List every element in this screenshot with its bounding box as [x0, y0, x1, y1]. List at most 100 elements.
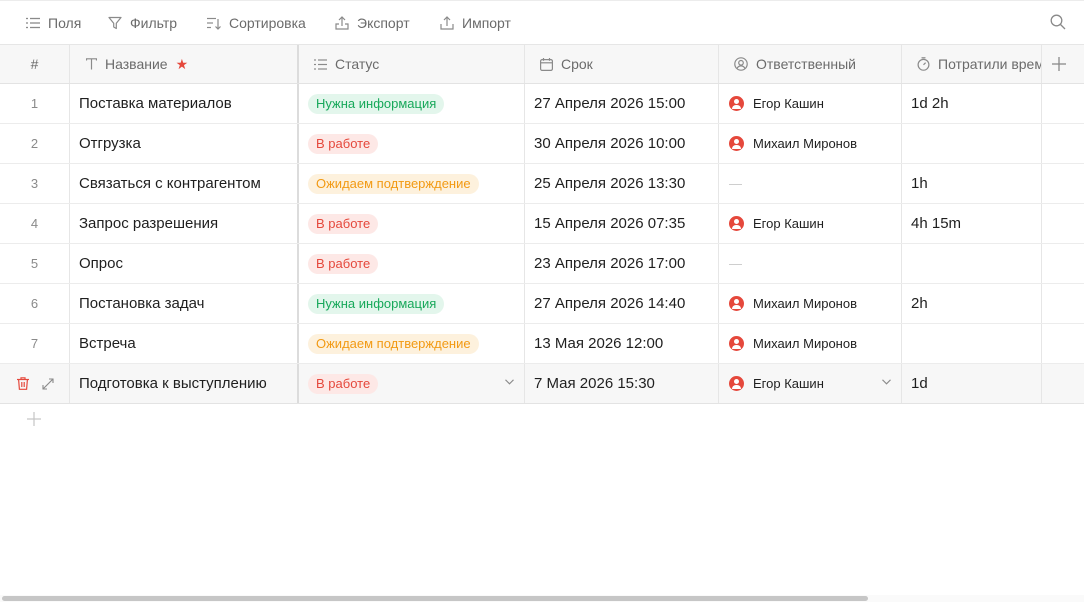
- task-name-cell[interactable]: Подготовка к выступлению: [70, 364, 299, 403]
- owner-cell[interactable]: Михаил Миронов: [719, 324, 902, 363]
- status-cell[interactable]: В работе: [299, 244, 525, 283]
- filler-cell: [1042, 364, 1084, 403]
- column-header-status[interactable]: Статус: [299, 45, 525, 83]
- column-header-name[interactable]: Название ★: [70, 45, 299, 83]
- due-date-cell[interactable]: 25 Апреля 2026 13:30: [525, 164, 719, 203]
- table-row[interactable]: 3 Связаться с контрагентом Ожидаем подтв…: [0, 164, 1084, 204]
- list-icon: [26, 17, 40, 29]
- row-number: 5: [0, 244, 70, 283]
- due-date-cell[interactable]: 27 Апреля 2026 14:40: [525, 284, 719, 323]
- column-header-owner[interactable]: Ответственный: [719, 45, 902, 83]
- filler-cell: [1042, 164, 1084, 203]
- expand-row-button[interactable]: [42, 377, 54, 390]
- sort-icon: [207, 17, 221, 30]
- search-button[interactable]: [1050, 14, 1066, 35]
- scrollbar-thumb[interactable]: [2, 596, 868, 601]
- add-row-button[interactable]: [27, 412, 41, 431]
- status-cell[interactable]: Нужна информация: [299, 84, 525, 123]
- owner-cell[interactable]: Михаил Миронов: [719, 124, 902, 163]
- status-cell[interactable]: Ожидаем подтверждение: [299, 164, 525, 203]
- calendar-icon: [540, 57, 553, 71]
- plus-icon: [27, 412, 41, 426]
- empty-placeholder: —: [729, 176, 742, 191]
- time-spent-cell[interactable]: [902, 124, 1042, 163]
- horizontal-scrollbar[interactable]: [0, 595, 1084, 602]
- status-cell[interactable]: В работе: [299, 204, 525, 243]
- due-date-cell[interactable]: 30 Апреля 2026 10:00: [525, 124, 719, 163]
- time-spent-cell[interactable]: 4h 15m: [902, 204, 1042, 243]
- due-date-cell[interactable]: 23 Апреля 2026 17:00: [525, 244, 719, 283]
- owner-cell[interactable]: —: [719, 164, 902, 203]
- avatar: [729, 296, 744, 311]
- owner-cell[interactable]: Егор Кашин: [719, 204, 902, 243]
- avatar: [729, 216, 744, 231]
- empty-placeholder: —: [729, 256, 742, 271]
- time-spent-cell[interactable]: 1d 2h: [902, 84, 1042, 123]
- task-name-cell[interactable]: Связаться с контрагентом: [70, 164, 299, 203]
- time-spent-cell[interactable]: 1h: [902, 164, 1042, 203]
- column-header-due[interactable]: Срок: [525, 45, 719, 83]
- task-name-cell[interactable]: Встреча: [70, 324, 299, 363]
- plus-icon: [1052, 57, 1066, 71]
- status-badge: Ожидаем подтверждение: [308, 173, 479, 194]
- owner-cell[interactable]: —: [719, 244, 902, 283]
- export-button[interactable]: Экспорт: [335, 1, 410, 45]
- time-spent-cell[interactable]: 1d: [902, 364, 1042, 403]
- time-spent-cell[interactable]: [902, 324, 1042, 363]
- due-date-cell[interactable]: 15 Апреля 2026 07:35: [525, 204, 719, 243]
- task-name-cell[interactable]: Постановка задач: [70, 284, 299, 323]
- owner-name: Михаил Миронов: [753, 296, 857, 311]
- avatar: [729, 136, 744, 151]
- status-cell[interactable]: Нужна информация: [299, 284, 525, 323]
- text-type-icon: [86, 58, 97, 70]
- time-spent-cell[interactable]: [902, 244, 1042, 283]
- owner-name: Михаил Миронов: [753, 336, 857, 351]
- task-name-cell[interactable]: Опрос: [70, 244, 299, 283]
- row-number: 3: [0, 164, 70, 203]
- row-number: 1: [0, 84, 70, 123]
- owner-cell[interactable]: Егор Кашин: [719, 84, 902, 123]
- chevron-down-icon[interactable]: [505, 379, 514, 385]
- filler-cell: [1042, 244, 1084, 283]
- filter-button[interactable]: Фильтр: [108, 1, 177, 45]
- row-number: 7: [0, 324, 70, 363]
- filter-label: Фильтр: [130, 15, 178, 31]
- status-cell[interactable]: В работе: [299, 364, 525, 403]
- status-cell[interactable]: В работе: [299, 124, 525, 163]
- filler-cell: [1042, 84, 1084, 123]
- table-row[interactable]: 7 Встреча Ожидаем подтверждение 13 Мая 2…: [0, 324, 1084, 364]
- add-column-button[interactable]: [1042, 45, 1084, 83]
- chevron-down-icon[interactable]: [882, 379, 891, 385]
- owner-cell[interactable]: Михаил Миронов: [719, 284, 902, 323]
- required-star-icon: ★: [175, 55, 189, 72]
- import-label: Импорт: [462, 15, 511, 31]
- export-icon: [335, 16, 349, 30]
- task-name-cell[interactable]: Отгрузка: [70, 124, 299, 163]
- table-row[interactable]: 4 Запрос разрешения В работе 15 Апреля 2…: [0, 204, 1084, 244]
- trash-icon: [17, 377, 29, 390]
- table-row[interactable]: 2 Отгрузка В работе 30 Апреля 2026 10:00…: [0, 124, 1084, 164]
- due-date-cell[interactable]: 7 Мая 2026 15:30: [525, 364, 719, 403]
- user-icon: [734, 57, 748, 71]
- column-header-spent[interactable]: Потратили время: [902, 45, 1042, 83]
- fields-label: Поля: [48, 15, 82, 31]
- delete-row-button[interactable]: [17, 377, 29, 390]
- table-row-selected[interactable]: Подготовка к выступлению В работе 7 Мая …: [0, 364, 1084, 404]
- sort-button[interactable]: Сортировка: [207, 1, 306, 45]
- due-date-cell[interactable]: 13 Мая 2026 12:00: [525, 324, 719, 363]
- table-row[interactable]: 5 Опрос В работе 23 Апреля 2026 17:00 —: [0, 244, 1084, 284]
- expand-icon: [42, 377, 54, 390]
- table-row[interactable]: 1 Поставка материалов Нужна информация 2…: [0, 84, 1084, 124]
- row-number: 6: [0, 284, 70, 323]
- import-button[interactable]: Импорт: [440, 1, 511, 45]
- status-badge: Нужна информация: [308, 293, 445, 314]
- time-spent-cell[interactable]: 2h: [902, 284, 1042, 323]
- task-name-cell[interactable]: Запрос разрешения: [70, 204, 299, 243]
- owner-cell[interactable]: Егор Кашин: [719, 364, 902, 403]
- column-header-number[interactable]: #: [0, 45, 70, 83]
- task-name-cell[interactable]: Поставка материалов: [70, 84, 299, 123]
- due-date-cell[interactable]: 27 Апреля 2026 15:00: [525, 84, 719, 123]
- status-cell[interactable]: Ожидаем подтверждение: [299, 324, 525, 363]
- table-row[interactable]: 6 Постановка задач Нужна информация 27 А…: [0, 284, 1084, 324]
- fields-button[interactable]: Поля: [26, 1, 81, 45]
